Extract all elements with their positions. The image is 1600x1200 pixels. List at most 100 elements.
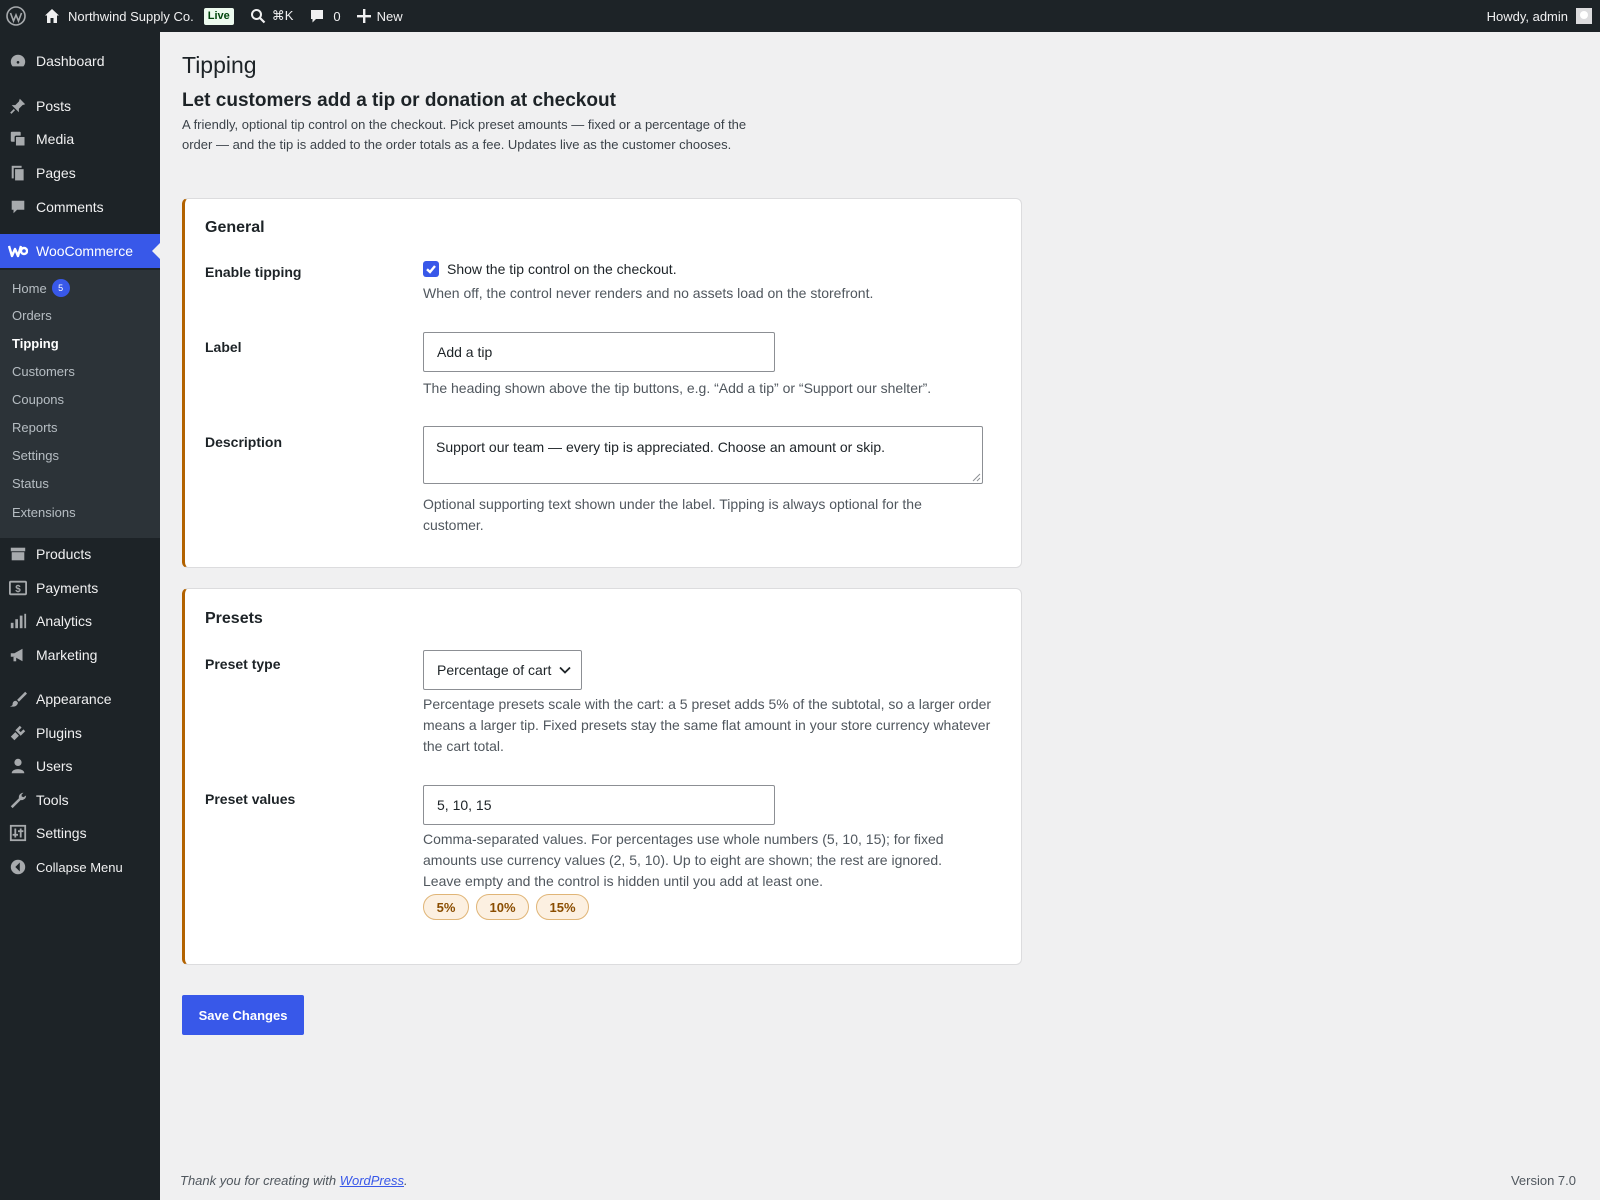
menu-analytics[interactable]: Analytics — [0, 604, 160, 638]
preset-type-value: Percentage of cart — [437, 662, 552, 678]
dashboard-icon — [0, 52, 36, 70]
preset-chip: 5% — [423, 894, 469, 920]
preset-values-input[interactable]: 5, 10, 15 — [423, 785, 775, 825]
menu-label: Posts — [36, 98, 72, 114]
menu-woocommerce[interactable]: WooCommerce — [0, 234, 160, 268]
site-status-badge: Live — [203, 7, 234, 25]
menu-label: Dashboard — [36, 53, 105, 69]
menu-appearance[interactable]: Appearance — [0, 682, 160, 716]
submenu-label: Home — [12, 280, 47, 296]
home-icon — [44, 8, 60, 24]
submenu-coupons[interactable]: Coupons — [12, 392, 64, 407]
svg-text:$: $ — [15, 584, 21, 595]
main-content: Tipping Let customers add a tip or donat… — [160, 32, 1600, 1200]
greeting: Howdy, admin — [1486, 8, 1568, 24]
menu-label: Appearance — [36, 691, 112, 707]
command-palette-button[interactable]: ⌘K — [242, 0, 302, 32]
site-name-link[interactable]: Northwind Supply Co. Live — [36, 0, 242, 32]
admin-bar: Northwind Supply Co. Live ⌘K 0 New Howdy… — [0, 0, 1600, 32]
search-icon — [250, 8, 266, 24]
submenu-orders[interactable]: Orders — [12, 308, 52, 323]
menu-posts[interactable]: Posts — [0, 89, 160, 123]
submenu-label: Coupons — [12, 392, 65, 407]
submenu-tipping[interactable]: Tipping — [12, 336, 59, 351]
new-label: New — [376, 8, 403, 24]
preset-type-description: Percentage presets scale with the cart: … — [423, 696, 992, 754]
preset-type-select[interactable]: Percentage of cart — [423, 650, 582, 690]
megaphone-icon — [0, 646, 36, 664]
menu-tools[interactable]: Tools — [0, 783, 160, 817]
intro-description: A friendly, optional tip control on the … — [182, 117, 747, 152]
brush-icon — [0, 690, 36, 708]
label-field-label: Label — [205, 339, 242, 355]
menu-label: Analytics — [36, 613, 93, 629]
enable-tipping-checkbox[interactable] — [423, 261, 439, 277]
resize-grip-icon[interactable] — [972, 473, 981, 482]
collapse-icon — [0, 858, 36, 876]
plug-icon — [0, 724, 36, 742]
wordpress-link[interactable]: WordPress — [340, 1173, 404, 1188]
submenu-status[interactable]: Status — [12, 476, 49, 491]
menu-label: Payments — [36, 580, 99, 596]
description-field-label: Description — [205, 434, 283, 450]
avatar — [1576, 8, 1592, 24]
preset-chip: 10% — [476, 894, 529, 920]
menu-media[interactable]: Media — [0, 122, 160, 156]
menu-label: Collapse Menu — [36, 859, 123, 875]
menu-label: Comments — [36, 199, 104, 215]
preset-values-description: Comma-separated values. For percentages … — [423, 831, 944, 889]
comment-icon — [309, 8, 325, 24]
submenu-customers[interactable]: Customers — [12, 364, 75, 379]
wordpress-logo-icon[interactable] — [0, 0, 36, 32]
my-account-menu[interactable]: Howdy, admin — [1479, 0, 1600, 32]
pages-icon — [0, 164, 36, 182]
description-textarea[interactable]: Support our team — every tip is apprecia… — [423, 426, 983, 484]
search-shortcut: ⌘K — [271, 8, 294, 23]
comments-count: 0 — [333, 8, 341, 24]
new-content-button[interactable]: New — [349, 0, 411, 32]
bar-chart-icon — [0, 612, 36, 630]
section-title: General — [205, 219, 265, 236]
footer-text: Thank you for creating with — [180, 1173, 340, 1188]
submenu-settings[interactable]: Settings — [12, 448, 59, 463]
footer-credit: Thank you for creating with WordPress. — [180, 1173, 408, 1188]
comments-link[interactable]: 0 — [301, 0, 348, 32]
admin-sidebar: Dashboard Posts Media Pages Comments Woo… — [0, 32, 160, 1200]
menu-comments[interactable]: Comments — [0, 190, 160, 224]
submenu-extensions[interactable]: Extensions — [12, 505, 76, 520]
description-field-description: Optional supporting text shown under the… — [423, 496, 922, 533]
menu-label: WooCommerce — [36, 243, 133, 259]
label-field-description: The heading shown above the tip buttons,… — [423, 380, 932, 396]
menu-products[interactable]: Products — [0, 537, 160, 571]
chevron-down-icon — [559, 666, 571, 674]
menu-label: Products — [36, 546, 92, 562]
site-name: Northwind Supply Co. — [68, 8, 194, 24]
wrench-icon — [0, 791, 36, 809]
general-section: General Enable tipping Show the tip cont… — [182, 198, 1022, 568]
menu-label: Users — [36, 758, 73, 774]
menu-plugins[interactable]: Plugins — [0, 716, 160, 750]
intro-heading: Let customers add a tip or donation at c… — [182, 90, 616, 111]
label-input[interactable]: Add a tip — [423, 332, 775, 372]
pin-icon — [0, 97, 36, 115]
submenu-home[interactable]: Home 5 — [12, 279, 70, 297]
version-text: Version 7.0 — [1510, 1173, 1576, 1188]
submenu-reports[interactable]: Reports — [12, 420, 58, 435]
menu-label: Pages — [36, 165, 76, 181]
collapse-menu-button[interactable]: Collapse Menu — [0, 850, 160, 884]
menu-label: Settings — [36, 825, 87, 841]
archive-icon — [0, 545, 36, 563]
menu-pages[interactable]: Pages — [0, 156, 160, 190]
preset-values-label: Preset values — [205, 791, 296, 807]
menu-settings[interactable]: Settings — [0, 816, 160, 850]
menu-label: Media — [36, 131, 75, 147]
menu-payments[interactable]: $ Payments — [0, 571, 160, 605]
section-title: Presets — [205, 610, 263, 627]
menu-dashboard[interactable]: Dashboard — [0, 44, 160, 78]
menu-users[interactable]: Users — [0, 749, 160, 783]
page-title: Tipping — [182, 52, 257, 78]
menu-marketing[interactable]: Marketing — [0, 638, 160, 672]
enable-tipping-checkbox-label[interactable]: Show the tip control on the checkout. — [447, 261, 677, 277]
save-changes-button[interactable]: Save Changes — [182, 995, 304, 1035]
money-icon: $ — [0, 579, 36, 597]
